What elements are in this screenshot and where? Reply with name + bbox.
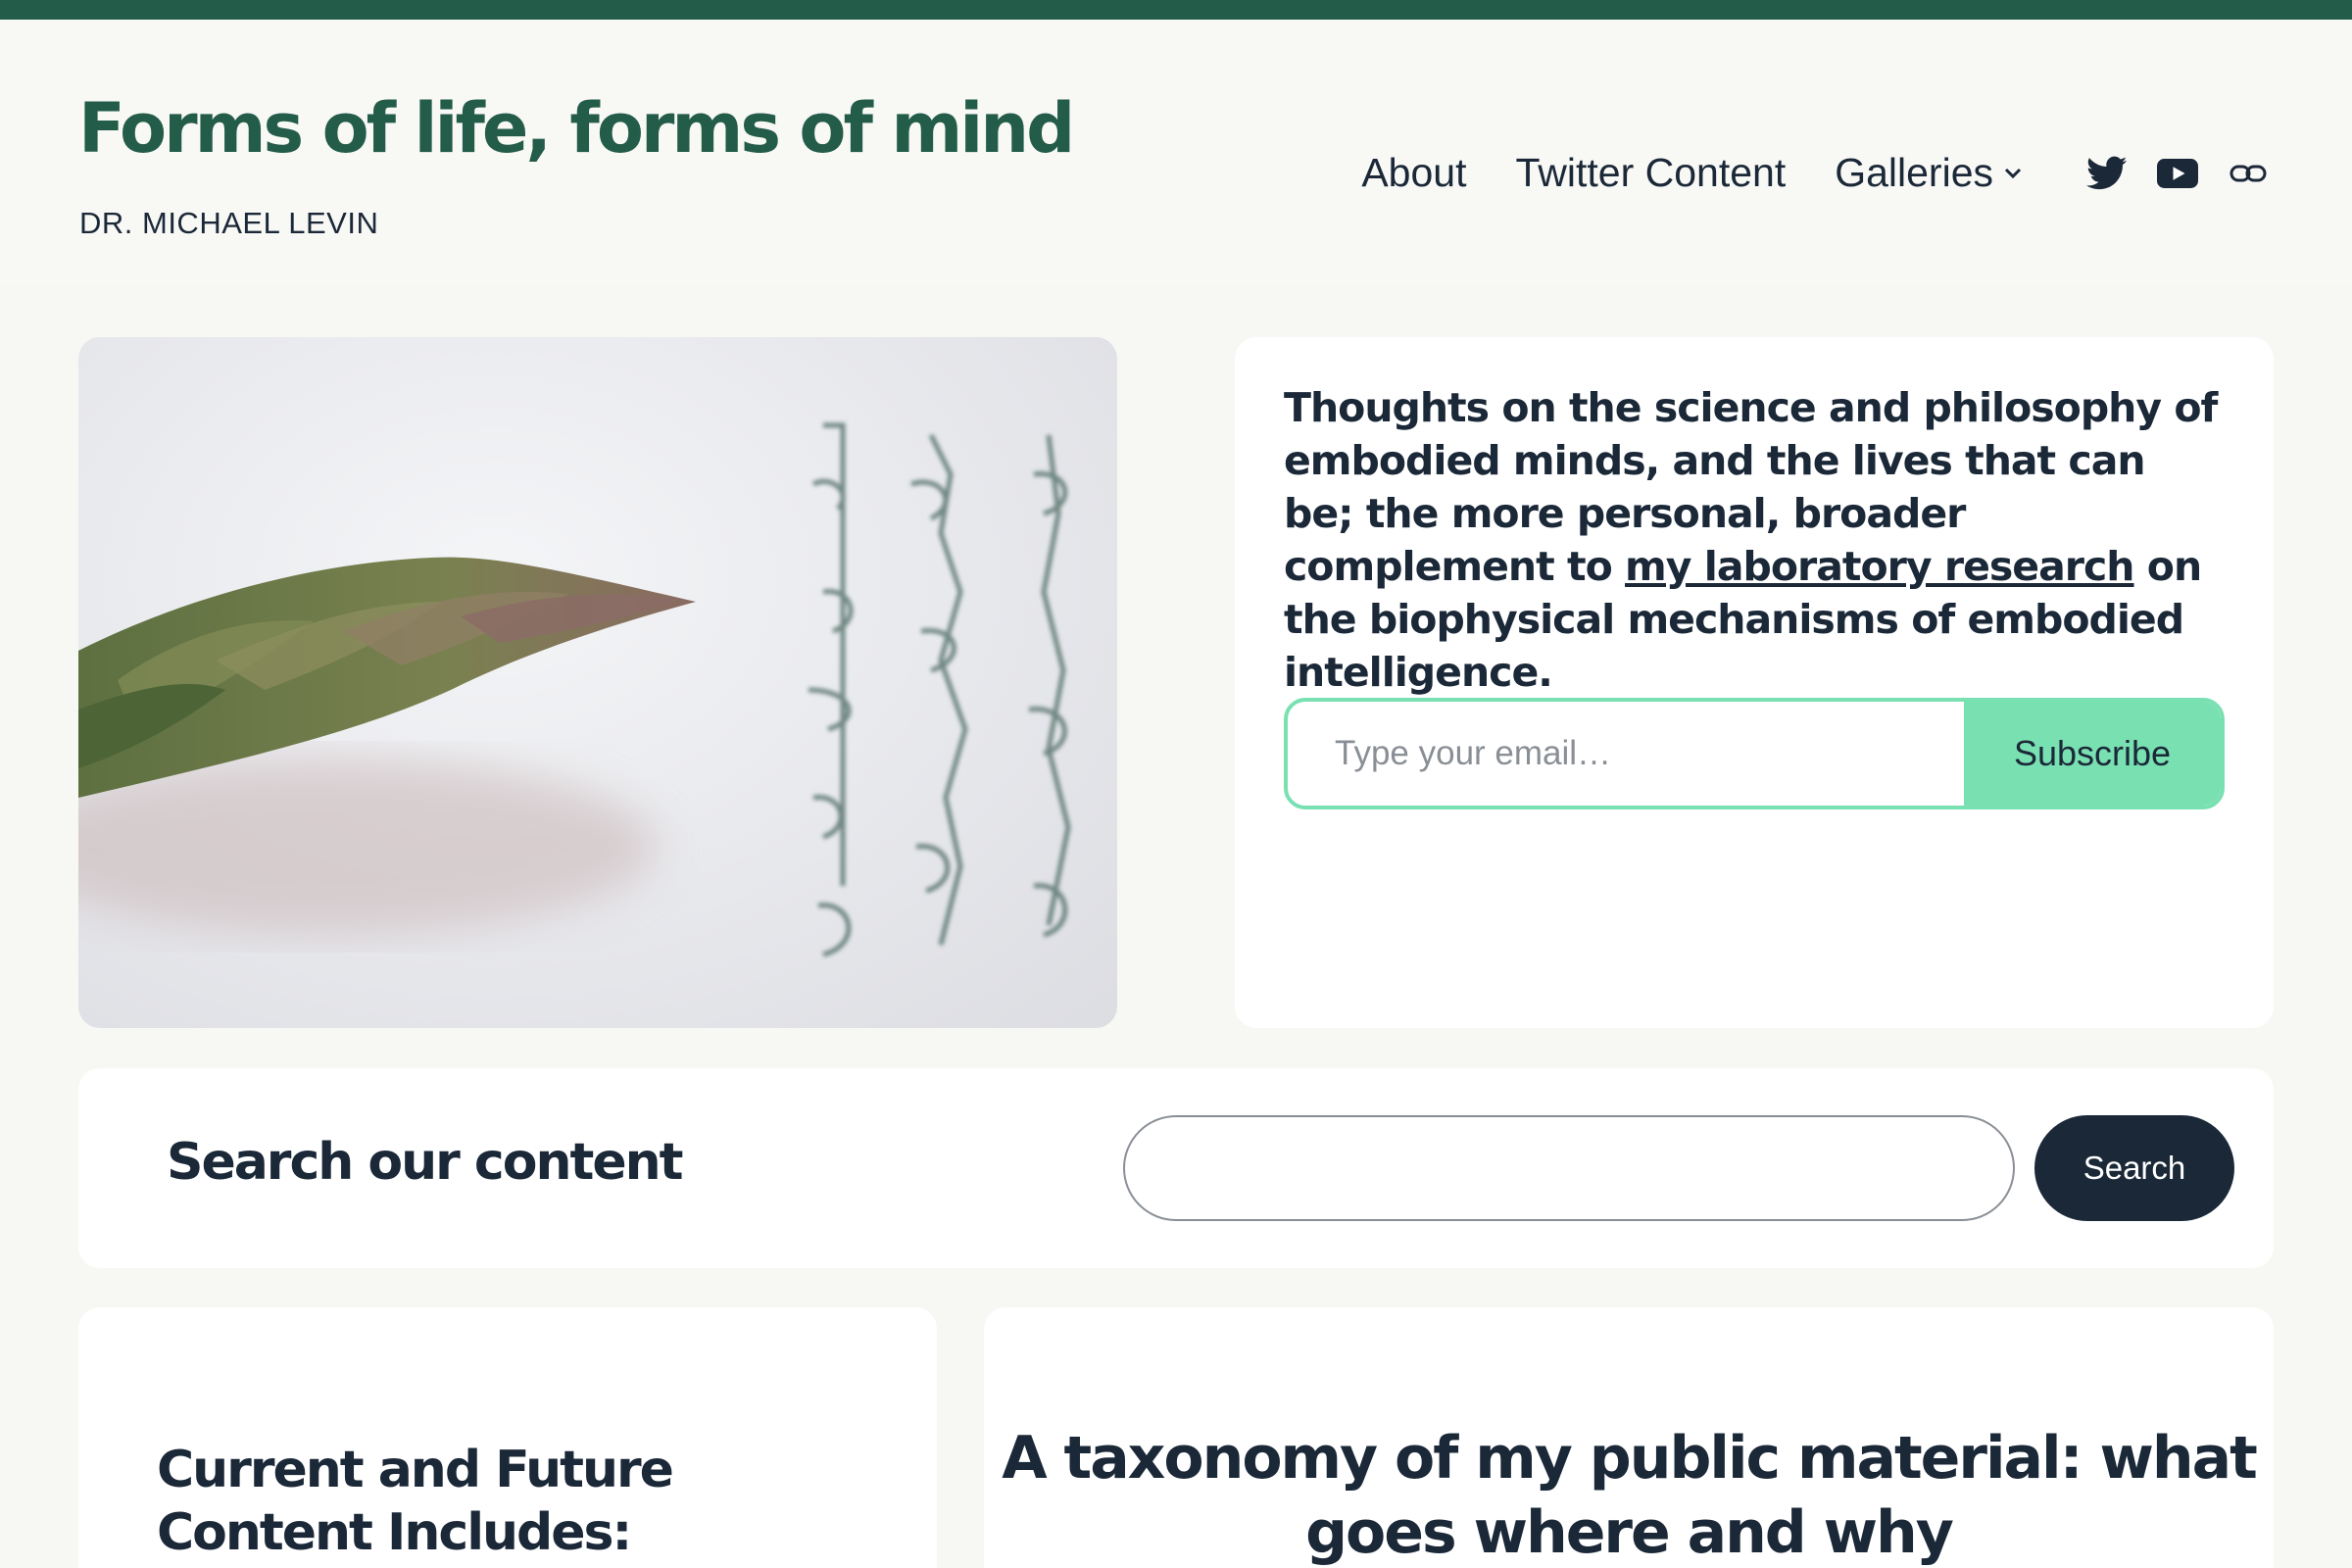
nav-galleries-label: Galleries [1835, 150, 1993, 195]
site-header: Forms of life, forms of mind DR. MICHAEL… [0, 20, 2352, 284]
social-links [2058, 152, 2270, 195]
youtube-icon[interactable] [2156, 152, 2199, 195]
current-content-card: Current and Future Content Includes: [78, 1307, 937, 1568]
search-input[interactable] [1123, 1115, 2015, 1221]
search-title: Search our content [167, 1133, 683, 1192]
nav-about[interactable]: About [1361, 150, 1466, 196]
search-section: Search our content Search [78, 1068, 2274, 1268]
taxonomy-card: A taxonomy of my public material: what g… [984, 1307, 2274, 1568]
current-content-heading: Current and Future Content Includes: [157, 1441, 674, 1562]
intro-text: Thoughts on the science and philosophy o… [1284, 381, 2225, 699]
subscribe-button[interactable]: Subscribe [1964, 702, 2221, 806]
link-icon[interactable] [2227, 152, 2270, 195]
subscribe-form: Subscribe [1284, 698, 2225, 809]
asparagus-equations-illustration [78, 422, 1071, 957]
site-subtitle: DR. MICHAEL LEVIN [79, 206, 379, 240]
twitter-icon[interactable] [2085, 152, 2129, 195]
search-button[interactable]: Search [2034, 1115, 2234, 1221]
nav-galleries[interactable]: Galleries [1835, 150, 2023, 196]
site-title[interactable]: Forms of life, forms of mind [78, 88, 1075, 169]
main-nav: About Twitter Content Galleries [1361, 150, 2270, 196]
hero-image [78, 337, 1117, 1028]
top-accent-bar [0, 0, 2352, 20]
taxonomy-heading: A taxonomy of my public material: what g… [1002, 1424, 2258, 1567]
nav-twitter-content[interactable]: Twitter Content [1515, 150, 1786, 196]
chevron-down-icon [2004, 168, 2022, 178]
intro-card: Thoughts on the science and philosophy o… [1235, 337, 2274, 1028]
email-input[interactable] [1288, 702, 1964, 806]
laboratory-research-link[interactable]: my laboratory research [1625, 543, 2134, 590]
